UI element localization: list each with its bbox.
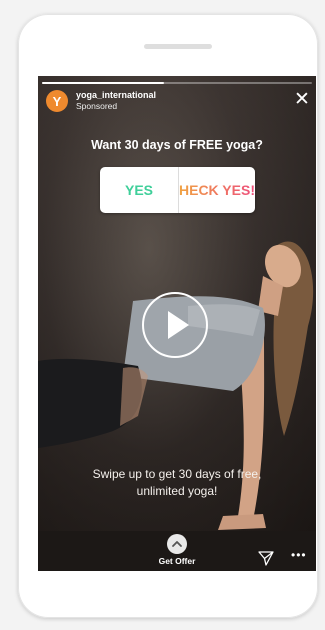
paper-plane-icon[interactable] xyxy=(258,550,274,566)
story-progress-bar xyxy=(42,82,312,84)
play-icon xyxy=(168,311,189,339)
sponsored-label: Sponsored xyxy=(76,101,118,111)
chevron-up-icon xyxy=(172,541,182,547)
play-button[interactable] xyxy=(142,292,208,358)
close-icon[interactable]: ✕ xyxy=(294,90,310,109)
poll-sticker: YES HECK YES! xyxy=(100,167,255,213)
account-avatar[interactable]: Y xyxy=(46,90,68,112)
story-progress-fill xyxy=(42,82,164,84)
poll-question: Want 30 days of FREE yoga? xyxy=(91,138,263,152)
poll-option-yes[interactable]: YES xyxy=(100,167,179,213)
get-offer-link[interactable]: Get Offer xyxy=(142,556,212,566)
more-icon[interactable]: ••• xyxy=(291,548,307,562)
phone-speaker xyxy=(144,44,212,49)
poll-option-heck-yes[interactable]: HECK YES! xyxy=(179,167,255,213)
account-name[interactable]: yoga_international xyxy=(76,90,156,100)
story-screen[interactable]: Y yoga_international Sponsored ✕ Want 30… xyxy=(38,76,316,571)
story-caption: Swipe up to get 30 days of free, unlimit… xyxy=(92,467,262,499)
swipe-up-button[interactable] xyxy=(167,534,187,554)
